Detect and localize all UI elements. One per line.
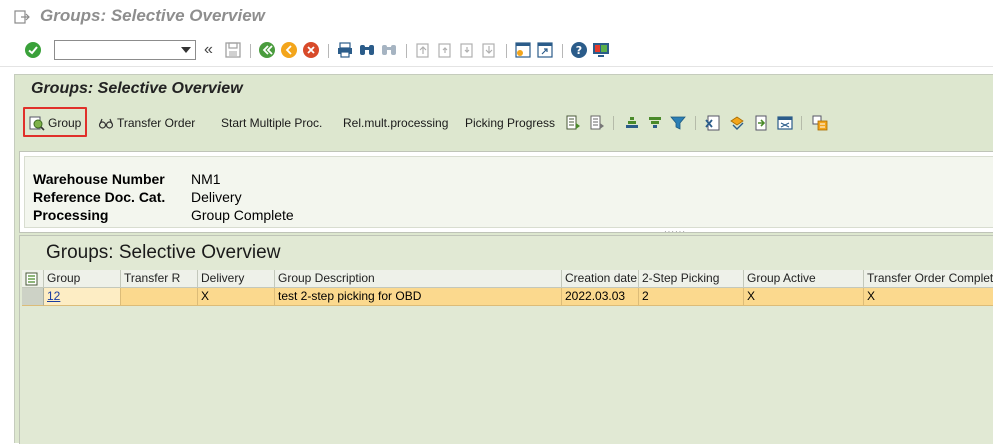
table-cell[interactable]: 2	[639, 288, 744, 306]
row-selector[interactable]	[22, 288, 44, 306]
select-all-icon[interactable]	[25, 272, 39, 286]
table-cell[interactable]: X	[198, 288, 275, 306]
first-page-icon[interactable]	[414, 41, 432, 59]
print-icon[interactable]	[336, 41, 354, 59]
print-preview-icon[interactable]	[777, 115, 793, 131]
chevron-down-icon[interactable]	[181, 47, 191, 53]
transfer-order-label: Transfer Order	[117, 116, 196, 130]
next-page-icon[interactable]	[458, 41, 476, 59]
column-header[interactable]: Group Active	[744, 270, 864, 288]
detail-icon[interactable]	[565, 115, 581, 131]
column-header[interactable]: Creation date	[562, 270, 639, 288]
transfer-order-button[interactable]: Transfer Order	[98, 113, 195, 133]
enter-check-icon[interactable]	[24, 41, 42, 59]
start-multiple-proc-label: Start Multiple Proc.	[221, 116, 323, 130]
collapse-command-icon[interactable]: «	[204, 41, 213, 59]
group-button-focus[interactable]: Group	[23, 107, 87, 137]
toolbar-divider	[506, 44, 507, 58]
warehouse-number-label: Warehouse Number	[33, 171, 165, 187]
picking-progress-button[interactable]: Picking Progress	[465, 113, 555, 133]
find-icon[interactable]	[358, 41, 376, 59]
find-next-icon[interactable]	[380, 41, 398, 59]
column-header[interactable]: Delivery	[198, 270, 275, 288]
back-icon[interactable]	[258, 41, 276, 59]
warehouse-number-value: NM1	[191, 171, 221, 187]
table-cell[interactable]: X	[864, 288, 993, 306]
reference-doc-cat-label: Reference Doc. Cat.	[33, 189, 166, 205]
grid-title: Groups: Selective Overview	[46, 242, 281, 263]
toolbar-divider	[695, 116, 696, 130]
column-header[interactable]: Group Description	[275, 270, 562, 288]
command-field[interactable]	[54, 40, 196, 60]
alv-grid-container: Groups: Selective Overview Group Transfe…	[19, 235, 993, 444]
main-screen: Groups: Selective Overview Group Transfe…	[14, 74, 993, 444]
header-info-inner: Warehouse Number NM1 Reference Doc. Cat.…	[24, 156, 993, 228]
column-header[interactable]: Transfer Order Complet	[864, 270, 993, 288]
toolbar-divider	[801, 116, 802, 130]
svg-text:?: ?	[576, 44, 582, 57]
table-row[interactable]: 12 X test 2-step picking for OBD 2022.03…	[22, 288, 993, 306]
create-shortcut-icon[interactable]	[536, 41, 554, 59]
toolbar-divider	[562, 44, 563, 58]
group-link[interactable]: 12	[47, 289, 60, 303]
save-icon[interactable]	[224, 41, 242, 59]
column-header[interactable]: Transfer R	[121, 270, 198, 288]
table-cell[interactable]	[121, 288, 198, 306]
start-multiple-proc-button[interactable]: Start Multiple Proc.	[221, 113, 322, 133]
group-button[interactable]: Group	[29, 113, 85, 133]
table-cell[interactable]: X	[744, 288, 864, 306]
cancel-icon[interactable]	[302, 41, 320, 59]
excel-export-icon[interactable]	[705, 115, 721, 131]
customize-layout-icon[interactable]	[592, 41, 610, 59]
processing-value: Group Complete	[191, 207, 294, 223]
standard-toolbar: « ?	[0, 34, 993, 67]
picking-progress-label: Picking Progress	[465, 116, 556, 130]
column-header[interactable]: Group	[44, 270, 121, 288]
previous-page-icon[interactable]	[436, 41, 454, 59]
last-page-icon[interactable]	[480, 41, 498, 59]
processing-label: Processing	[33, 207, 109, 223]
rel-mult-processing-label: Rel.mult.processing	[343, 116, 449, 130]
group-icon	[29, 116, 45, 131]
local-file-icon[interactable]	[753, 115, 769, 131]
sort-descending-icon[interactable]	[647, 115, 663, 131]
group-button-label: Group	[48, 116, 82, 130]
application-toolbar: Group Transfer Order Start Multiple Proc…	[15, 105, 993, 139]
header-info-panel: Warehouse Number NM1 Reference Doc. Cat.…	[19, 151, 993, 233]
column-header[interactable]: 2-Step Picking	[639, 270, 744, 288]
select-all-cell[interactable]	[22, 270, 44, 288]
word-processing-icon[interactable]	[729, 115, 745, 131]
table-cell[interactable]: test 2-step picking for OBD	[275, 288, 562, 306]
toolbar-divider	[328, 44, 329, 58]
menu-icon[interactable]	[14, 10, 30, 24]
filter-icon[interactable]	[670, 115, 686, 131]
help-icon[interactable]: ?	[570, 41, 588, 59]
change-layout-icon[interactable]	[812, 115, 828, 131]
table-cell[interactable]: 2022.03.03	[562, 288, 639, 306]
rel-mult-processing-button[interactable]: Rel.mult.processing	[343, 113, 448, 133]
window-title: Groups: Selective Overview	[40, 6, 265, 25]
toolbar-divider	[406, 44, 407, 58]
toolbar-divider	[250, 44, 251, 58]
toolbar-divider	[613, 116, 614, 130]
grid-header-row: Group Transfer R Delivery Group Descript…	[22, 270, 993, 288]
new-session-icon[interactable]	[514, 41, 532, 59]
table-cell[interactable]: 12	[44, 288, 121, 306]
exit-icon[interactable]	[280, 41, 298, 59]
screen-title: Groups: Selective Overview	[31, 80, 243, 97]
title-bar: Groups: Selective Overview	[0, 0, 993, 34]
sort-ascending-icon[interactable]	[624, 115, 640, 131]
display-detail-icon[interactable]	[589, 115, 605, 131]
reference-doc-cat-value: Delivery	[191, 189, 242, 205]
command-input[interactable]	[55, 41, 175, 59]
glasses-icon	[98, 118, 114, 129]
